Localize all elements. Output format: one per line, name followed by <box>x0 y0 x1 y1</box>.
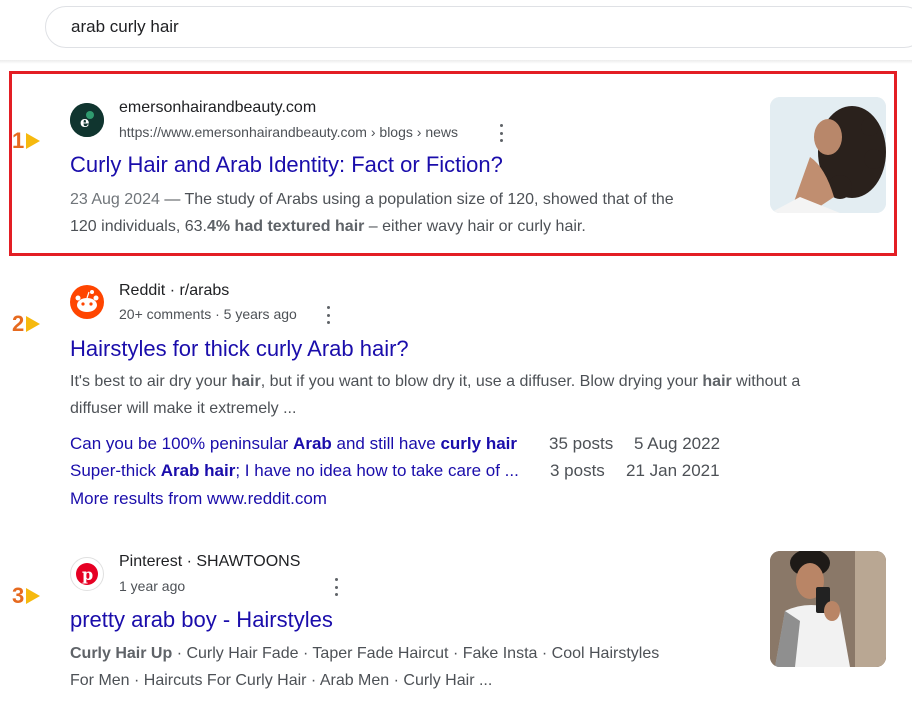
sublink-text: ; I have no idea how to take care of ... <box>235 461 519 480</box>
search-bar[interactable]: arab curly hair <box>45 6 912 48</box>
snippet-highlight: 4% had textured hair <box>206 218 365 235</box>
more-vert-icon[interactable] <box>331 578 341 596</box>
snippet-highlight: hair <box>702 373 732 390</box>
site-meta: 1 year ago <box>119 578 186 594</box>
site-name[interactable]: Pinterest · SHAWTOONS <box>119 553 300 571</box>
arrow-icon <box>26 316 41 332</box>
more-results-link[interactable]: More results from www.reddit.com <box>70 489 327 509</box>
snippet-highlight: Curly Hair Up <box>70 645 173 662</box>
result-title[interactable]: Curly Hair and Arab Identity: Fact or Fi… <box>70 152 503 178</box>
result-title[interactable]: pretty arab boy - Hairstyles <box>70 607 333 633</box>
snippet-text: – either wavy hair or curly hair. <box>364 218 586 235</box>
sublink-highlight: Arab <box>293 434 332 453</box>
snippet-highlight: hair <box>231 373 261 390</box>
result-thumbnail[interactable] <box>770 551 886 667</box>
snippet-text: diffuser will make it extremely ... <box>70 400 297 417</box>
snippet-text: It's best to air dry your <box>70 373 232 390</box>
result-thumbnail[interactable] <box>770 97 886 213</box>
more-vert-icon[interactable] <box>323 306 333 324</box>
site-url[interactable]: https://www.emersonhairandbeauty.com › b… <box>119 124 458 140</box>
search-input[interactable]: arab curly hair <box>71 17 179 37</box>
sublink-highlight: Arab hair <box>160 461 236 480</box>
header-divider <box>0 60 912 64</box>
arrow-icon <box>26 588 41 604</box>
site-meta: 20+ comments · 5 years ago <box>119 306 297 322</box>
svg-text:e: e <box>80 113 90 131</box>
snippet-text: · Curly Hair Fade · Taper Fade Haircut ·… <box>172 645 660 662</box>
sublink-date: 5 Aug 2022 <box>634 434 721 453</box>
sublink-text: Can you be 100% peninsular <box>70 434 294 453</box>
arrow-icon <box>26 133 41 149</box>
sublink-2[interactable]: Super-thick Arab hair; I have no idea ho… <box>70 461 519 481</box>
sublink-posts: 3 posts <box>550 461 605 480</box>
sublink-highlight: curly hair <box>440 434 518 453</box>
rank-number: 1 <box>12 128 25 153</box>
rank-marker-2: 2 <box>12 311 41 337</box>
result-snippet: 23 Aug 2024 — The study of Arabs using a… <box>70 186 674 240</box>
site-name[interactable]: Reddit · r/arabs <box>119 282 229 300</box>
svg-text:p: p <box>82 565 93 584</box>
rank-marker-3: 3 <box>12 583 41 609</box>
sublink-posts: 35 posts <box>549 434 614 453</box>
rank-number: 3 <box>12 583 25 608</box>
result-date: 23 Aug 2024 <box>70 191 160 208</box>
result-snippet: It's best to air dry your hair, but if y… <box>70 368 800 422</box>
result-snippet: Curly Hair Up · Curly Hair Fade · Taper … <box>70 640 659 694</box>
result-title[interactable]: Hairstyles for thick curly Arab hair? <box>70 336 409 362</box>
snippet-text: , but if you want to blow dry it, use a … <box>260 373 703 390</box>
reddit-icon[interactable] <box>70 285 104 319</box>
snippet-text: 120 individuals, 63. <box>70 218 207 235</box>
sublink-date: 21 Jan 2021 <box>626 461 720 480</box>
site-name[interactable]: emersonhairandbeauty.com <box>119 99 316 117</box>
more-vert-icon[interactable] <box>496 124 506 142</box>
pinterest-icon[interactable]: p <box>70 557 104 591</box>
snippet-text: For Men · Haircuts For Curly Hair · Arab… <box>70 672 493 689</box>
snippet-text: — The study of Arabs using a population … <box>159 191 674 208</box>
emerson-logo-icon[interactable]: e <box>70 103 104 137</box>
sublink-text: and still have <box>331 434 441 453</box>
sublink-text: Super-thick <box>70 461 161 480</box>
rank-marker-1: 1 <box>12 128 41 154</box>
snippet-text: without a <box>731 373 801 390</box>
sublink-1[interactable]: Can you be 100% peninsular Arab and stil… <box>70 434 517 454</box>
rank-number: 2 <box>12 311 25 336</box>
